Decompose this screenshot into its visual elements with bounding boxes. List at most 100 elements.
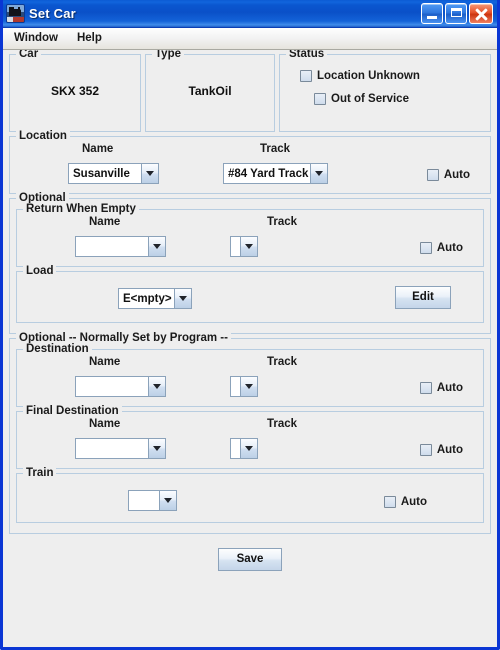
return-when-empty-title: Return When Empty (23, 203, 139, 215)
chevron-down-icon[interactable] (310, 164, 327, 183)
final-destination-field-row: Name Track Auto (23, 418, 477, 465)
destination-name-value (76, 377, 148, 396)
location-track-combo[interactable]: #84 Yard Track (223, 163, 328, 184)
rwe-name-combo[interactable] (75, 236, 166, 257)
chevron-down-icon[interactable] (240, 439, 257, 458)
chevron-down-icon[interactable] (141, 164, 158, 183)
location-name-label: Name (82, 143, 114, 155)
status-checkbox-group: Location Unknown Out of Service (286, 64, 484, 105)
load-value: E<mpty> (119, 289, 174, 308)
train-auto-checkbox[interactable] (383, 496, 396, 508)
menu-window[interactable]: Window (11, 30, 67, 47)
destination-name-combo[interactable] (75, 376, 166, 397)
location-panel-title: Location (16, 130, 70, 142)
chevron-down-icon[interactable] (148, 377, 165, 396)
close-button[interactable] (469, 3, 493, 24)
location-name-combo[interactable]: Susanville (68, 163, 159, 184)
rwe-auto-checkbox[interactable] (419, 242, 432, 254)
location-auto-checkbox[interactable] (426, 169, 439, 181)
destination-panel: Destination Name Track Auto (16, 343, 484, 407)
rwe-name-label: Name (89, 216, 121, 228)
save-button[interactable]: Save (218, 548, 282, 571)
rwe-track-value (231, 237, 240, 256)
chevron-down-icon[interactable] (159, 491, 176, 510)
destination-track-label: Track (267, 356, 298, 368)
location-track-value: #84 Yard Track (224, 164, 310, 183)
chevron-down-icon[interactable] (240, 237, 257, 256)
destination-track-combo[interactable] (230, 376, 258, 397)
load-panel-title: Load (23, 265, 57, 277)
window-controls (421, 3, 493, 24)
return-when-empty-panel: Return When Empty Name Track Auto (16, 203, 484, 267)
location-field-row: Name Susanville Track #84 Yard Track Aut… (16, 143, 484, 190)
out-of-service-label: Out of Service (331, 93, 409, 105)
final-destination-title: Final Destination (23, 405, 122, 417)
rwe-name-value (76, 237, 148, 256)
destination-field-row: Name Track Auto (23, 356, 477, 403)
locomotive-icon (7, 5, 24, 22)
destination-auto-checkbox[interactable] (419, 382, 432, 394)
status-panel-title: Status (286, 50, 328, 60)
chevron-down-icon[interactable] (240, 377, 257, 396)
location-unknown-row[interactable]: Location Unknown (300, 70, 480, 82)
car-panel-title: Car (16, 50, 42, 60)
minimize-button[interactable] (421, 3, 443, 24)
destination-track-value (231, 377, 240, 396)
chevron-down-icon[interactable] (174, 289, 191, 308)
maximize-button[interactable] (445, 3, 467, 24)
final-destination-auto-label: Auto (436, 444, 463, 456)
chevron-down-icon[interactable] (148, 439, 165, 458)
destination-name-label: Name (89, 356, 121, 368)
rwe-track-combo[interactable] (230, 236, 258, 257)
set-car-window: Set Car Window Help Car SKX 352 Type Tan… (0, 0, 500, 650)
edit-load-button[interactable]: Edit (395, 286, 451, 309)
final-destination-track-combo[interactable] (230, 438, 258, 459)
rwe-track-label: Track (267, 216, 298, 228)
final-destination-track-value (231, 439, 240, 458)
rwe-auto-label: Auto (436, 242, 463, 254)
destination-panel-title: Destination (23, 343, 92, 355)
main-content: Car SKX 352 Type TankOil Status Location… (3, 50, 497, 647)
load-combo[interactable]: E<mpty> (118, 288, 192, 309)
car-id-value: SKX 352 (50, 83, 100, 98)
return-when-empty-field-row: Name Track Auto (23, 216, 477, 263)
type-panel-title: Type (152, 50, 184, 60)
train-auto-label: Auto (400, 496, 427, 508)
summary-row: Car SKX 352 Type TankOil Status Location… (9, 50, 491, 136)
location-track-label: Track (260, 143, 291, 155)
location-panel: Location Name Susanville Track #84 Yard … (9, 130, 491, 194)
train-combo[interactable] (128, 490, 177, 511)
location-unknown-checkbox[interactable] (300, 70, 312, 82)
car-panel: Car SKX 352 (9, 50, 141, 132)
footer-actions: Save (9, 538, 491, 571)
train-auto-row[interactable]: Auto (383, 496, 427, 508)
out-of-service-row[interactable]: Out of Service (300, 93, 480, 105)
load-panel: Load E<mpty> Edit (16, 265, 484, 323)
location-auto-row[interactable]: Auto (426, 169, 470, 181)
final-destination-track-label: Track (267, 418, 298, 430)
train-value (129, 491, 159, 510)
menu-help[interactable]: Help (74, 30, 111, 47)
location-auto-label: Auto (443, 169, 470, 181)
final-destination-name-label: Name (89, 418, 121, 430)
optional-program-panel: Optional -- Normally Set by Program -- D… (9, 332, 491, 534)
window-title: Set Car (29, 6, 76, 21)
final-destination-auto-checkbox[interactable] (419, 444, 432, 456)
load-field-row: E<mpty> Edit (23, 281, 477, 313)
train-panel-title: Train (23, 467, 57, 479)
car-type-value: TankOil (188, 83, 232, 98)
location-unknown-label: Location Unknown (317, 70, 420, 82)
train-panel: Train Auto (16, 467, 484, 523)
out-of-service-checkbox[interactable] (314, 93, 326, 105)
destination-auto-row[interactable]: Auto (419, 382, 463, 394)
train-field-row: Auto (23, 483, 477, 513)
status-panel: Status Location Unknown Out of Service (279, 50, 491, 132)
menu-bar: Window Help (3, 28, 497, 50)
final-destination-name-combo[interactable] (75, 438, 166, 459)
final-destination-name-value (76, 439, 148, 458)
type-panel: Type TankOil (145, 50, 275, 132)
chevron-down-icon[interactable] (148, 237, 165, 256)
rwe-auto-row[interactable]: Auto (419, 242, 463, 254)
final-destination-auto-row[interactable]: Auto (419, 444, 463, 456)
final-destination-panel: Final Destination Name Track Auto (16, 405, 484, 469)
